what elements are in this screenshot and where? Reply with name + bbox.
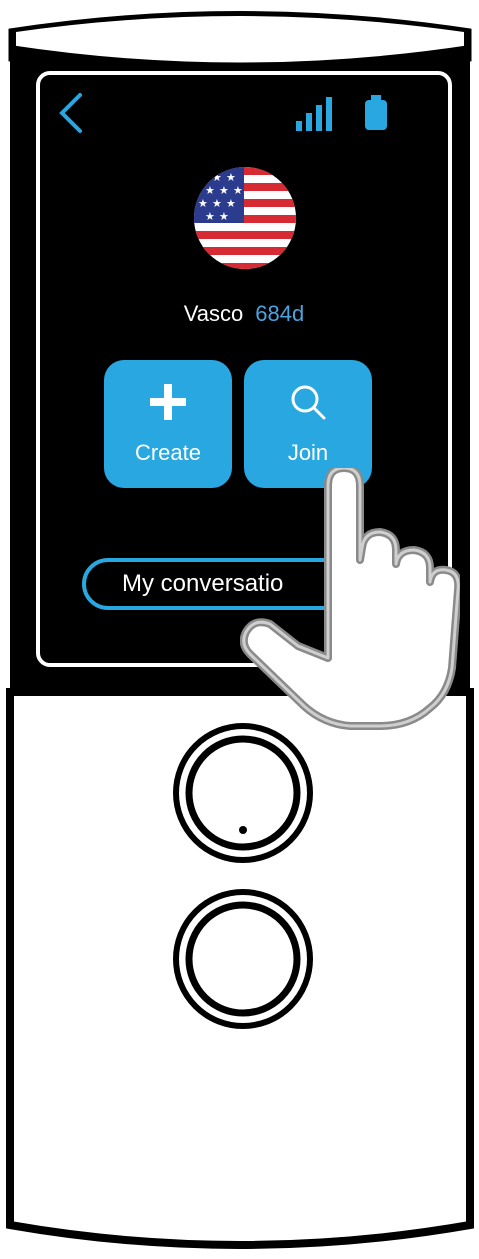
svg-text:★: ★	[219, 184, 229, 197]
join-label: Join	[287, 440, 329, 465]
user-info: Vasco 684d	[40, 301, 448, 327]
user-name: Vasco	[183, 301, 244, 326]
signal-bars-icon	[296, 97, 332, 131]
user-days: 684d	[255, 301, 305, 326]
battery-icon	[365, 95, 387, 130]
svg-text:★: ★	[212, 197, 222, 210]
svg-text:★: ★	[198, 197, 208, 210]
us-flag-icon[interactable]: ★ ★ ★ ★ ★ ★ ★ ★ ★ ★ ★	[194, 167, 296, 269]
svg-text:★: ★	[233, 184, 243, 197]
top-physical-button[interactable]	[172, 722, 314, 864]
svg-text:★: ★	[226, 171, 236, 184]
svg-text:★: ★	[198, 171, 208, 184]
svg-text:★: ★	[219, 210, 229, 223]
svg-text:★: ★	[226, 197, 236, 210]
pointing-hand-icon	[240, 468, 460, 730]
create-label: Create	[134, 440, 202, 465]
svg-text:★: ★	[212, 171, 222, 184]
bottom-physical-button[interactable]	[172, 888, 314, 1030]
create-button[interactable]: Create	[104, 360, 232, 488]
plus-icon	[150, 384, 186, 420]
search-icon	[291, 385, 326, 420]
svg-text:★: ★	[205, 210, 215, 223]
back-chevron-icon[interactable]	[54, 91, 90, 135]
svg-text:★: ★	[205, 184, 215, 197]
